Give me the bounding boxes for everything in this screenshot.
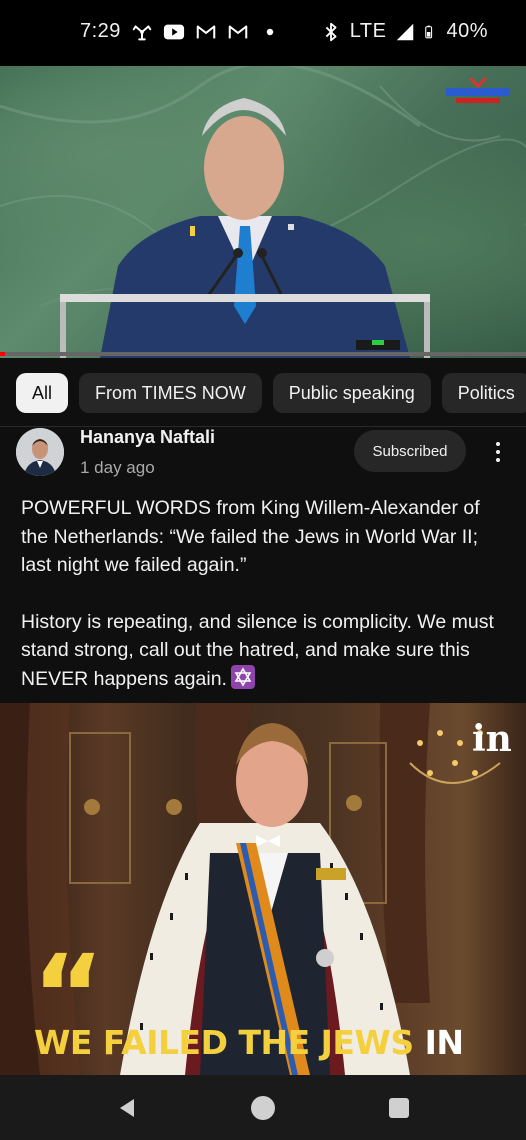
divider bbox=[0, 426, 526, 427]
recents-icon[interactable] bbox=[389, 1098, 409, 1118]
gmail-icon bbox=[228, 24, 248, 38]
chip-label: From TIMES NOW bbox=[95, 382, 246, 403]
post-image[interactable]: in “ WE FAILED THE JEWS IN bbox=[0, 703, 526, 1075]
video-player[interactable] bbox=[0, 66, 526, 358]
post-paragraph-1: POWERFUL WORDS from King Willem-Alexande… bbox=[21, 497, 480, 576]
video-progress-bar[interactable] bbox=[0, 352, 526, 356]
video-progress-fill bbox=[0, 352, 6, 356]
bluetooth-icon bbox=[325, 22, 337, 41]
star-of-david-icon bbox=[230, 664, 255, 689]
status-right: LTE 40% bbox=[320, 20, 488, 43]
post-paragraph-2: History is repeating, and silence is com… bbox=[21, 610, 494, 690]
back-icon[interactable] bbox=[116, 1097, 138, 1119]
chip-public-speaking[interactable]: Public speaking bbox=[272, 373, 431, 413]
channel-logo-icon bbox=[446, 76, 510, 103]
image-brand-mark: in bbox=[472, 718, 512, 760]
post-text: POWERFUL WORDS from King Willem-Alexande… bbox=[21, 494, 511, 693]
fan-icon bbox=[132, 24, 152, 40]
dot-icon bbox=[266, 28, 274, 35]
chip-label: Public speaking bbox=[288, 382, 415, 403]
post-image-illustration: in “ bbox=[0, 703, 512, 1075]
filter-chips: All From TIMES NOW Public speaking Polit… bbox=[0, 364, 526, 422]
post-time: 1 day ago bbox=[80, 458, 155, 477]
status-left: 7:29 bbox=[80, 20, 281, 43]
post-paragraph-2-wrapper: History is repeating, and silence is com… bbox=[21, 608, 511, 694]
author-name[interactable]: Hananya Naftali bbox=[80, 427, 215, 448]
chip-politics[interactable]: Politics bbox=[441, 373, 526, 413]
chip-all[interactable]: All bbox=[16, 373, 69, 413]
chip-label: All bbox=[32, 382, 53, 403]
more-options-icon[interactable] bbox=[486, 436, 510, 468]
image-caption-white: IN bbox=[424, 1023, 464, 1062]
signal-icon bbox=[397, 23, 414, 40]
chip-label: Politics bbox=[457, 382, 515, 403]
avatar-image bbox=[16, 428, 64, 476]
chip-from-times-now[interactable]: From TIMES NOW bbox=[79, 373, 262, 413]
subscribed-button[interactable]: Subscribed bbox=[354, 430, 466, 472]
gmail-icon bbox=[196, 24, 216, 38]
battery-icon bbox=[425, 25, 433, 38]
avatar[interactable] bbox=[16, 428, 64, 476]
image-caption: WE FAILED THE JEWS IN bbox=[34, 1023, 464, 1062]
battery-percent: 40% bbox=[446, 20, 488, 42]
status-bar: 7:29 LTE 40% bbox=[0, 0, 526, 66]
status-time: 7:29 bbox=[80, 20, 121, 42]
system-nav-bar bbox=[0, 1075, 526, 1140]
network-type: LTE bbox=[349, 20, 387, 42]
image-caption-yellow: WE FAILED THE JEWS bbox=[34, 1023, 414, 1062]
youtube-icon bbox=[163, 24, 185, 39]
home-icon[interactable] bbox=[251, 1096, 275, 1120]
